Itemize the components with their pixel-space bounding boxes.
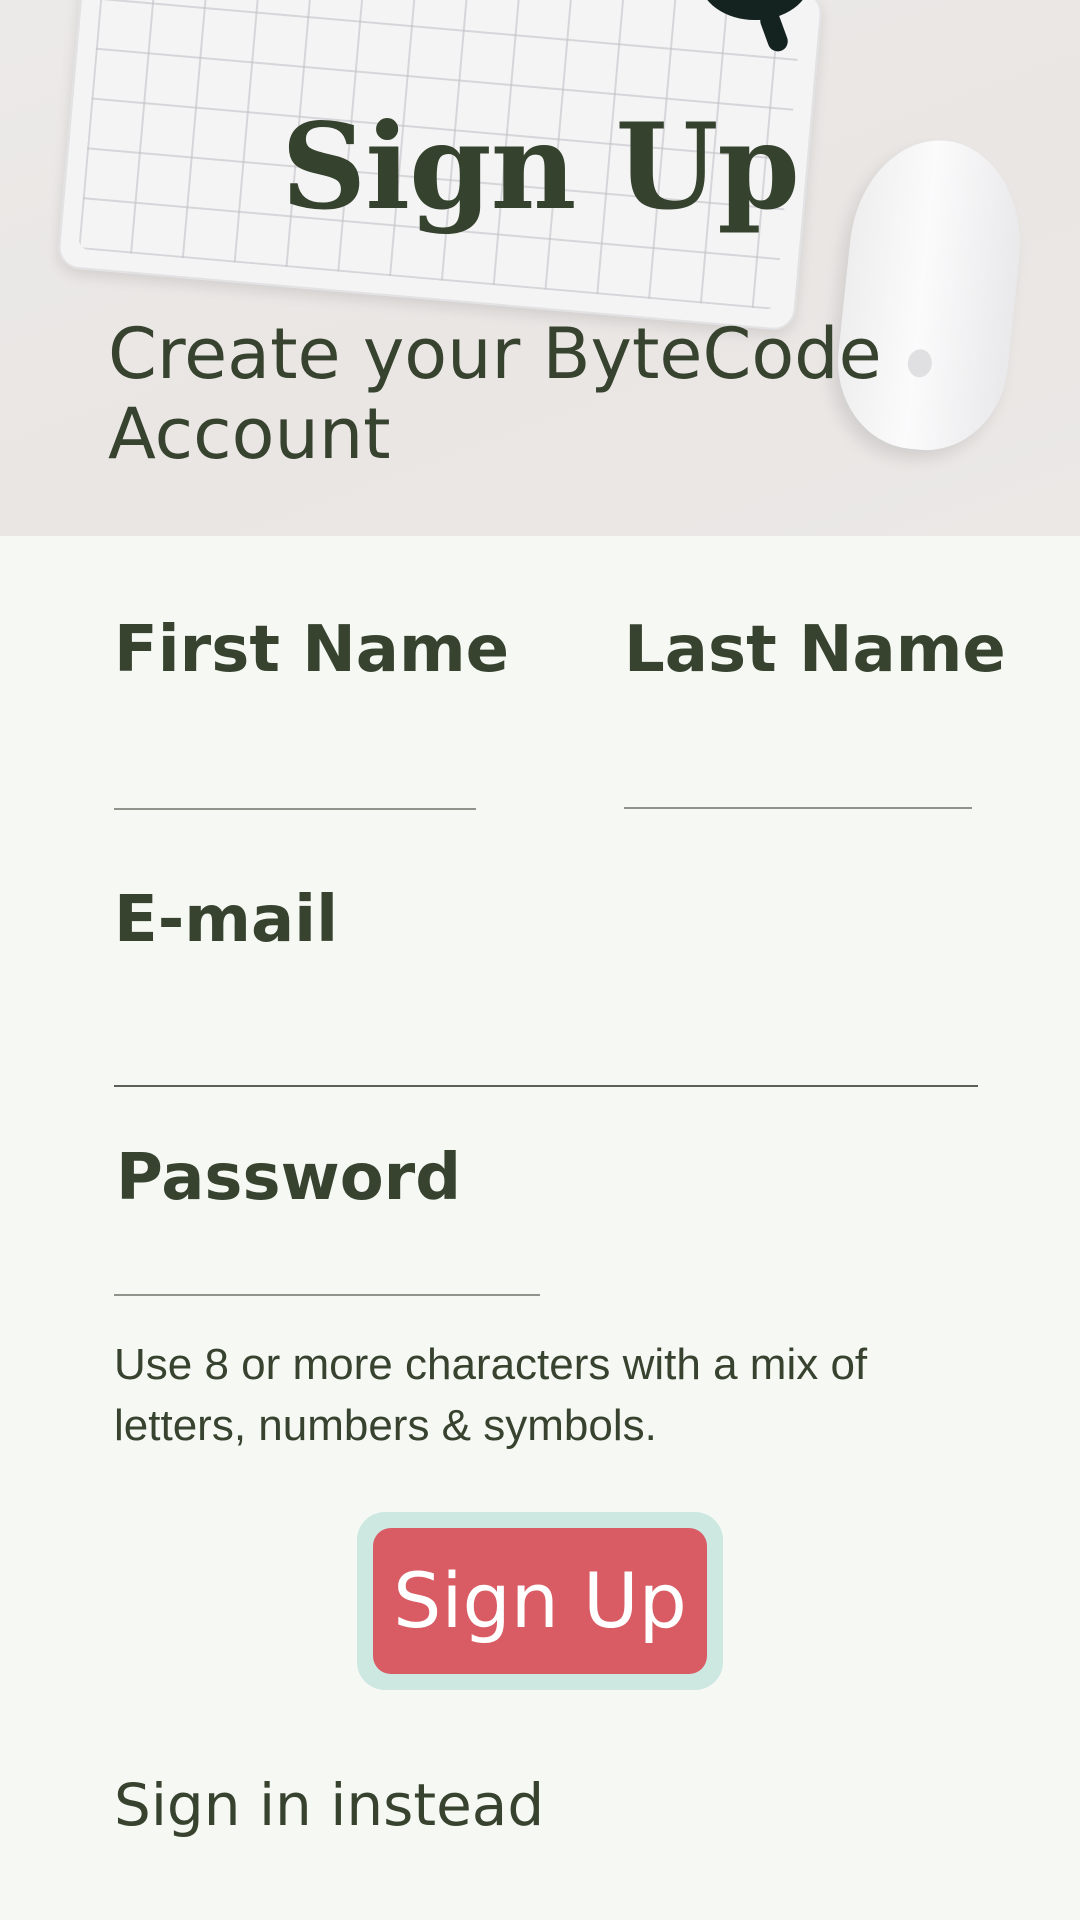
first-name-field[interactable] bbox=[114, 748, 476, 810]
password-field[interactable] bbox=[114, 1234, 540, 1296]
page-title: Sign Up bbox=[281, 97, 800, 236]
signin-instead-link[interactable]: Sign in instead bbox=[114, 1776, 544, 1834]
password-label: Password bbox=[116, 1141, 462, 1215]
password-hint: Use 8 or more characters with a mix of l… bbox=[114, 1340, 868, 1450]
first-name-label: First Name bbox=[114, 613, 510, 687]
email-field[interactable] bbox=[114, 1025, 978, 1087]
last-name-field[interactable] bbox=[624, 747, 972, 809]
last-name-label: Last Name bbox=[624, 613, 1006, 687]
hero-banner: Sign Up Create your ByteCode Account bbox=[0, 0, 1080, 536]
signup-button-outline: Sign Up bbox=[357, 1512, 723, 1690]
email-label: E-mail bbox=[114, 883, 339, 957]
page-subtitle: Create your ByteCode Account bbox=[108, 313, 882, 475]
signup-button[interactable]: Sign Up bbox=[373, 1528, 707, 1674]
